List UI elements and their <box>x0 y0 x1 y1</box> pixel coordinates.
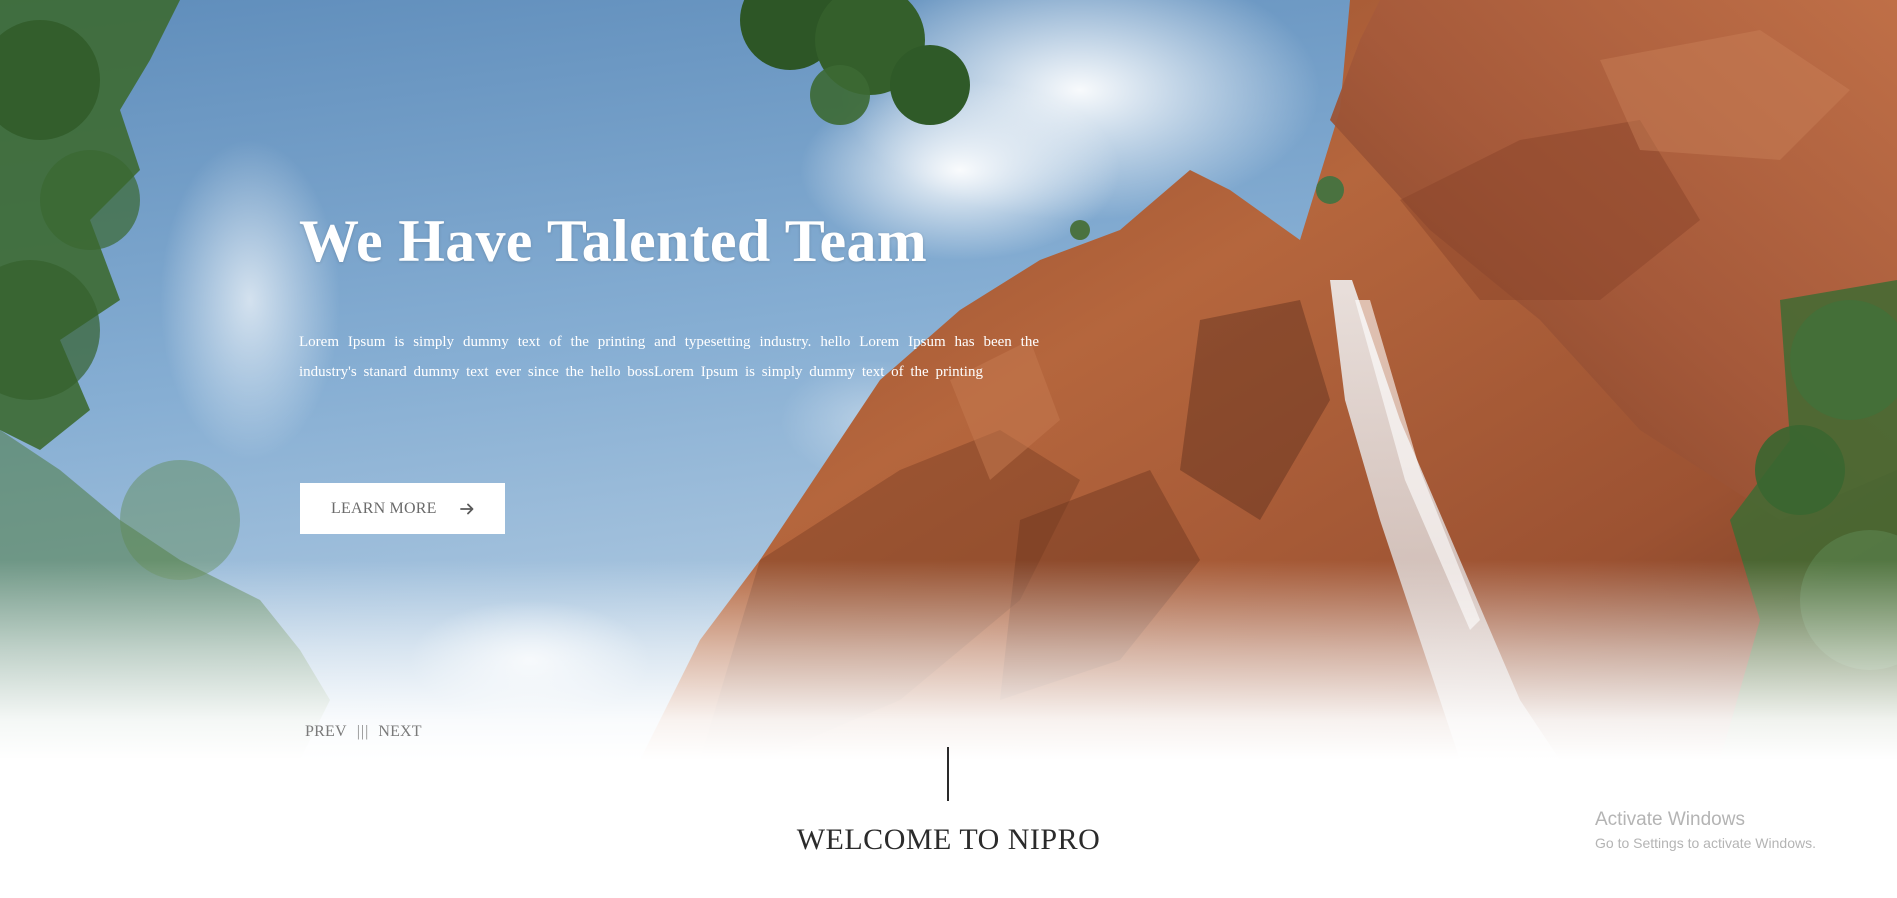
learn-more-label: LEARN MORE <box>331 499 437 517</box>
slider-separator: ||| <box>356 723 370 740</box>
learn-more-button[interactable]: LEARN MORE <box>300 483 505 534</box>
next-slide-link[interactable]: NEXT <box>378 723 421 741</box>
hero-description: Lorem Ipsum is simply dummy text of the … <box>299 334 1039 380</box>
section-divider-line <box>947 747 949 801</box>
hero-bottom-fade <box>0 560 1897 760</box>
page: We Have Talented Team Lorem Ipsum is sim… <box>0 0 1897 898</box>
slider-navigation: PREV ||| NEXT <box>305 723 422 741</box>
prev-slide-link[interactable]: PREV <box>305 723 347 741</box>
activate-windows-watermark: Activate Windows Go to Settings to activ… <box>1595 808 1816 853</box>
watermark-subtitle: Go to Settings to activate Windows. <box>1595 835 1816 851</box>
watermark-title: Activate Windows <box>1595 809 1745 830</box>
hero-title: We Have Talented Team <box>299 208 928 274</box>
arrow-right-icon <box>459 501 475 517</box>
